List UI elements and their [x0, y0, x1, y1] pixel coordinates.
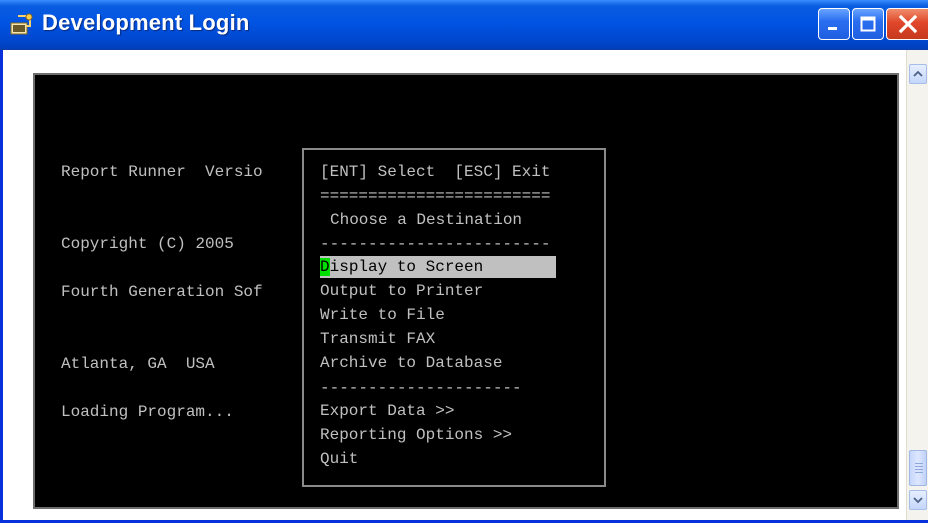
minimize-button[interactable] [818, 8, 850, 40]
menu-item-display-to-screen[interactable]: Display to Screen [320, 256, 556, 278]
grip-line [915, 466, 923, 467]
terminal-line-copyright: Copyright (C) 2005 [61, 235, 234, 253]
scroll-down-button[interactable] [909, 490, 927, 510]
menu-item-label: Write to File [320, 306, 445, 324]
minimize-icon [828, 27, 837, 30]
terminal-line-version: Report Runner Versio [61, 163, 263, 181]
menu-double-rule: ======================== [320, 187, 551, 205]
menu-single-rule: ------------------------ [320, 235, 551, 253]
menu-item-label: Reporting Options >> [320, 426, 513, 444]
menu-item-label: Output to Printer [320, 282, 484, 300]
maximize-button[interactable] [852, 8, 884, 40]
vertical-scrollbar[interactable] [906, 50, 928, 523]
menu-item-label: Transmit FAX [320, 330, 436, 348]
grip-line [915, 469, 923, 470]
menu-heading: Choose a Destination [330, 211, 523, 229]
hotkey-marker: D [320, 258, 330, 276]
menu-item-write-to-file[interactable]: Write to File [320, 304, 445, 326]
chevron-down-icon [913, 497, 923, 504]
menu-separator: --------------------- [320, 379, 522, 397]
maximize-icon [860, 16, 876, 32]
window-title: Development Login [42, 10, 250, 35]
destination-menu: [ENT] Select [ESC] Exit ================… [302, 148, 606, 487]
menu-item-export-data[interactable]: Export Data >> [320, 400, 454, 422]
close-button[interactable] [886, 8, 928, 40]
menu-item-archive-to-database[interactable]: Archive to Database [320, 352, 502, 374]
terminal-screen[interactable]: Report Runner Versio Copyright (C) 2005 … [33, 73, 899, 509]
grip-line [915, 463, 923, 464]
menu-item-label: isplay to Screen [329, 258, 484, 276]
close-icon [898, 14, 917, 34]
menu-item-reporting-options[interactable]: Reporting Options >> [320, 424, 512, 446]
scrollbar-thumb[interactable] [909, 450, 927, 486]
client-area: Report Runner Versio Copyright (C) 2005 … [0, 50, 928, 523]
menu-item-transmit-fax[interactable]: Transmit FAX [320, 328, 435, 350]
scroll-up-button[interactable] [909, 64, 927, 84]
grip-line [915, 472, 923, 473]
menu-item-label: Archive to Database [320, 354, 503, 372]
terminal-line-location: Atlanta, GA USA [61, 355, 215, 373]
window-frame-left [0, 50, 3, 523]
menu-item-label: Export Data >> [320, 402, 455, 420]
menu-header: [ENT] Select [ESC] Exit [320, 163, 551, 181]
menu-item-label: Quit [320, 450, 359, 468]
title-bar[interactable]: Development Login [0, 0, 928, 50]
menu-item-output-to-printer[interactable]: Output to Printer [320, 280, 483, 302]
app-window-icon [10, 13, 33, 35]
terminal-line-company: Fourth Generation Sof [61, 283, 263, 301]
chevron-up-icon [913, 70, 923, 77]
terminal-line-loading: Loading Program... [61, 403, 234, 421]
menu-item-quit[interactable]: Quit [320, 448, 358, 470]
